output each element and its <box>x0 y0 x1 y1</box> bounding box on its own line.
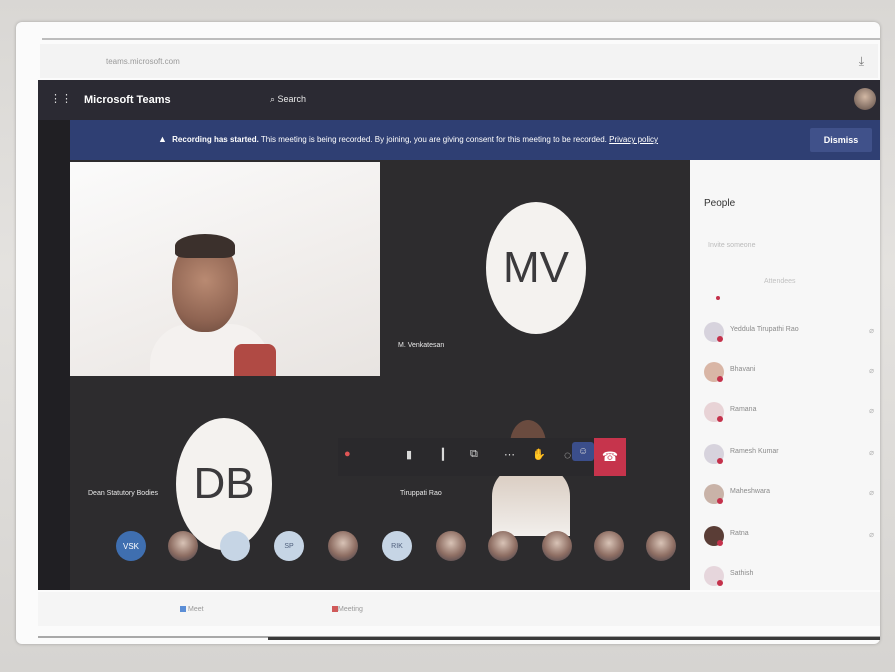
presence-dot <box>717 498 723 504</box>
person-name: Ramesh Kumar <box>730 448 779 455</box>
presence-dot <box>717 580 723 586</box>
avatar-db: DB <box>176 418 272 550</box>
video-chair <box>234 344 276 376</box>
strip-avatar[interactable] <box>220 531 250 561</box>
person-avatar <box>704 444 724 464</box>
presence-dot <box>717 376 723 382</box>
hang-up-button[interactable]: ☎ <box>594 438 626 476</box>
strip-avatar[interactable]: VSK <box>116 531 146 561</box>
person-avatar <box>704 402 724 422</box>
people-row[interactable]: Ratna ⌀ <box>704 524 876 550</box>
strip-avatar[interactable]: RIK <box>382 531 412 561</box>
more-icon[interactable]: ⋯ <box>504 448 515 461</box>
phone-icon: ☎ <box>601 449 619 464</box>
attendee-dot <box>716 296 720 300</box>
person-name: Yeddula Tirupathi Rao <box>730 326 799 333</box>
person-avatar <box>704 566 724 586</box>
people-panel: People Invite someone Attendees Yeddula … <box>690 160 880 590</box>
tile-tiruppati-name: Tiruppati Rao <box>400 490 442 497</box>
person-avatar <box>704 362 724 382</box>
strip-avatar[interactable] <box>594 531 624 561</box>
call-controls: ● ▮ ▎ ⧉ ⋯ ✋ ◌ ☺ <box>338 438 624 476</box>
mic-off-icon: ⌀ <box>869 530 874 539</box>
strip-avatar[interactable]: SP <box>274 531 304 561</box>
person-avatar <box>704 484 724 504</box>
people-icon[interactable]: ☺ <box>572 442 595 461</box>
browser-bar: teams.microsoft.com ⤓ <box>40 44 878 78</box>
strip-avatar[interactable] <box>436 531 466 561</box>
person-name: Maheshwara <box>730 488 771 495</box>
presence-dot <box>717 540 723 546</box>
recording-text: This meeting is being recorded. By joini… <box>260 135 607 144</box>
presence-dot <box>717 416 723 422</box>
people-row[interactable]: Yeddula Tirupathi Rao ⌀ <box>704 320 876 346</box>
mic-off-icon: ⌀ <box>869 488 874 497</box>
strip-avatar[interactable] <box>488 531 518 561</box>
person-name: Bhavani <box>730 366 756 373</box>
strip-avatar[interactable] <box>328 531 358 561</box>
search-box[interactable]: ⌕ Search <box>270 94 306 105</box>
person-avatar <box>704 526 724 546</box>
person-name: Sathish <box>730 570 754 577</box>
taskbar-item[interactable]: Meet <box>188 606 204 613</box>
chat-icon[interactable]: ◌ <box>564 448 571 462</box>
top-divider <box>42 38 880 40</box>
recording-message: ▲ Recording has started. This meeting is… <box>158 134 658 144</box>
person-avatar <box>704 322 724 342</box>
mic-off-icon: ⌀ <box>869 448 874 457</box>
person-name: Ratna <box>730 530 749 537</box>
people-row[interactable]: Sathish <box>704 564 876 590</box>
presence-dot <box>717 336 723 342</box>
raise-hand-icon[interactable]: ✋ <box>532 448 546 461</box>
share-icon[interactable]: ⧉ <box>470 448 478 461</box>
monitor-base <box>268 637 880 640</box>
strip-avatar[interactable] <box>168 531 198 561</box>
mic-off-icon: ⌀ <box>869 406 874 415</box>
recording-banner: ▲ Recording has started. This meeting is… <box>70 120 880 160</box>
people-row[interactable]: Bhavani ⌀ <box>704 360 876 386</box>
camera-icon[interactable]: ▮ <box>406 448 412 461</box>
mic-icon[interactable]: ▎ <box>442 448 450 461</box>
search-placeholder: Search <box>277 94 307 104</box>
people-row[interactable]: Ramana ⌀ <box>704 400 876 426</box>
people-title: People <box>704 198 736 209</box>
people-search[interactable]: Invite someone <box>708 242 755 249</box>
people-row[interactable]: Ramesh Kumar ⌀ <box>704 442 876 468</box>
participant-video[interactable] <box>70 162 380 376</box>
title-bar: ⋮⋮ Microsoft Teams ⌕ Search <box>38 80 880 120</box>
browser-url[interactable]: teams.microsoft.com <box>106 57 180 66</box>
presence-dot <box>717 458 723 464</box>
app-title: Microsoft Teams <box>84 94 171 106</box>
person-name: Ramana <box>730 406 757 413</box>
taskbar: Meet Meeting <box>38 592 880 626</box>
video-person-hair <box>175 234 235 258</box>
tile-db-name: Dean Statutory Bodies <box>88 490 159 497</box>
strip-avatar[interactable] <box>646 531 676 561</box>
tile-mv-name: M. Venkatesan <box>398 342 445 349</box>
strip-avatar[interactable] <box>542 531 572 561</box>
recording-title: Recording has started. <box>172 135 259 144</box>
user-avatar[interactable] <box>854 88 876 110</box>
avatar-mv: MV <box>486 202 586 334</box>
download-icon[interactable]: ⤓ <box>859 54 864 69</box>
privacy-policy-link[interactable]: Privacy policy <box>609 135 658 144</box>
mic-off-icon: ⌀ <box>869 326 874 335</box>
standing-person <box>492 466 570 536</box>
record-icon[interactable]: ● <box>344 448 351 460</box>
search-icon: ⌕ <box>270 94 278 104</box>
app-grid-icon[interactable]: ⋮⋮ <box>50 92 72 105</box>
taskbar-app-icon <box>180 606 186 612</box>
warning-icon: ▲ <box>158 134 167 144</box>
dismiss-button[interactable]: Dismiss <box>810 128 872 152</box>
people-row[interactable]: Maheshwara ⌀ <box>704 482 876 508</box>
taskbar-item[interactable]: Meeting <box>338 606 363 613</box>
attendees-label: Attendees <box>764 278 796 285</box>
mic-off-icon: ⌀ <box>869 366 874 375</box>
app-rail <box>38 80 70 590</box>
